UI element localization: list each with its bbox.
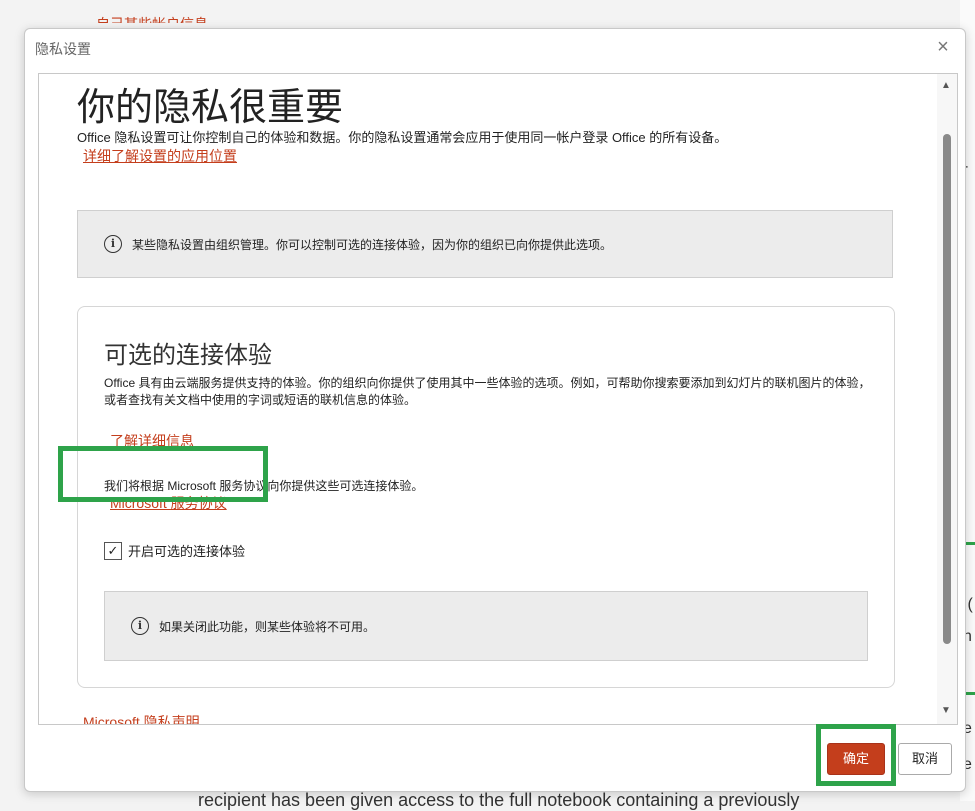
ok-button[interactable]: 确定 (827, 743, 885, 775)
scroll-area[interactable]: 你的隐私很重要 Office 隐私设置可让你控制自己的体验和数据。你的隐私设置通… (38, 73, 958, 725)
connected-experiences-card: 可选的连接体验 Office 具有由云端服务提供支持的体验。你的组织向你提供了使… (77, 306, 895, 688)
scroll-down-arrow-icon[interactable]: ▼ (941, 705, 951, 716)
close-icon: × (937, 36, 949, 58)
scroll-thumb[interactable] (943, 134, 951, 644)
off-notice-text: 如果关闭此功能，则某些体验将不可用。 (159, 619, 376, 634)
services-agreement-link[interactable]: Microsoft 服务协议 (110, 493, 227, 513)
cancel-button[interactable]: 取消 (898, 743, 952, 775)
close-button[interactable]: × (929, 33, 957, 61)
intro-text: Office 隐私设置可让你控制自己的体验和数据。你的隐私设置通常会应用于使用同… (77, 130, 728, 145)
checkbox-label[interactable]: 开启可选的连接体验 (128, 541, 245, 560)
card-title: 可选的连接体验 (104, 342, 272, 369)
settings-location-link[interactable]: 详细了解设置的应用位置 (83, 146, 237, 166)
card-description: Office 具有由云端服务提供支持的体验。你的组织向你提供了使用其中一些体验的… (104, 376, 871, 407)
background-fragment-top: 自己某些帐户信息 (96, 14, 208, 23)
dialog-title: 隐私设置 (35, 41, 91, 57)
info-icon: i (131, 617, 149, 635)
scroll-up-arrow-icon[interactable]: ▲ (941, 80, 951, 91)
agreement-text: 我们将根据 Microsoft 服务协议向你提供这些可选连接体验。 (104, 479, 424, 493)
learn-more-link[interactable]: 了解详细信息 (110, 431, 194, 451)
background-green-rule (965, 692, 975, 695)
privacy-settings-dialog: 隐私设置 × 你的隐私很重要 Office 隐私设置可让你控制自己的体验和数据。… (24, 28, 966, 792)
background-green-rule (965, 542, 975, 545)
org-notice-text: 某些隐私设置由组织管理。你可以控制可选的连接体验，因为你的组织已向你提供此选项。 (132, 237, 613, 252)
privacy-statement-link[interactable]: Microsoft 隐私声明 (83, 712, 200, 724)
checkbox[interactable]: ✓ (104, 541, 122, 560)
info-icon: i (104, 235, 122, 253)
connected-experiences-toggle[interactable]: ✓ 开启可选的连接体验 (104, 541, 245, 560)
page-title: 你的隐私很重要 (77, 87, 344, 129)
disable-warning-notice: i 如果关闭此功能，则某些体验将不可用。 (104, 591, 868, 661)
vertical-scrollbar[interactable]: ▲ ▼ (937, 74, 957, 724)
org-managed-notice: i 某些隐私设置由组织管理。你可以控制可选的连接体验，因为你的组织已向你提供此选… (77, 210, 893, 278)
